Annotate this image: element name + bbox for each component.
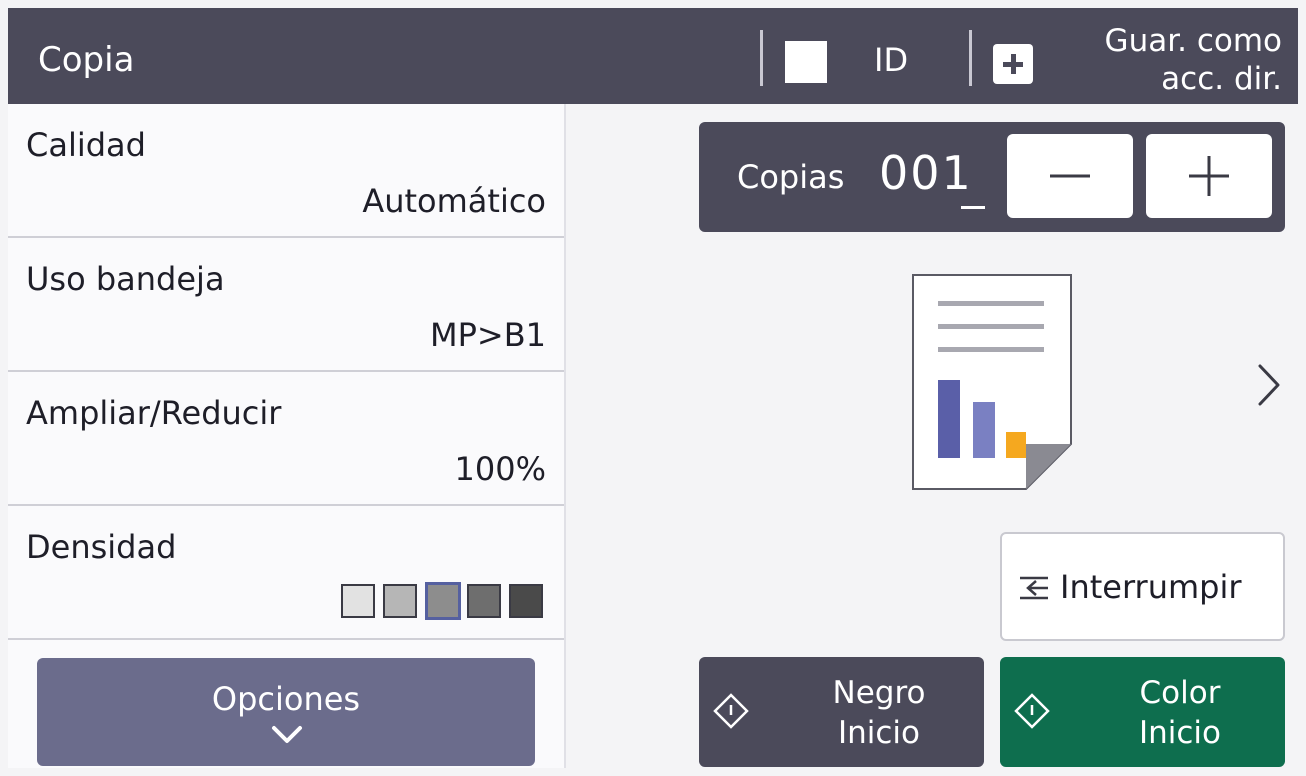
- density-level-box: [467, 584, 501, 618]
- header-divider: [969, 30, 972, 86]
- color-start-line1: Color: [1139, 675, 1221, 711]
- interrupt-button[interactable]: Interrumpir: [1000, 532, 1285, 641]
- save-as-shortcut-button[interactable]: Guar. como acc. dir.: [1048, 22, 1282, 98]
- density-level-box: [509, 584, 543, 618]
- cursor-underline: [961, 206, 985, 209]
- setting-value: MP>B1: [429, 316, 546, 354]
- setting-row-density[interactable]: Densidad: [8, 506, 564, 640]
- page-title: Copia: [38, 40, 135, 80]
- copies-count[interactable]: 001: [879, 146, 973, 200]
- black-start-label: Negro Inicio: [779, 673, 979, 753]
- increase-copies-button[interactable]: [1146, 134, 1272, 218]
- density-level-box: [383, 584, 417, 618]
- setting-value: 100%: [454, 450, 546, 488]
- setting-label: Densidad: [26, 528, 177, 566]
- shortcut-label-line1: Guar. como: [1104, 23, 1282, 59]
- setting-label: Uso bandeja: [26, 260, 225, 298]
- density-level-box: [341, 584, 375, 618]
- interrupt-label: Interrumpir: [1060, 568, 1242, 606]
- setting-row-quality[interactable]: Calidad Automático: [8, 104, 564, 238]
- document-preview-icon: [912, 274, 1072, 490]
- header-bar: Copia ID Guar. como acc. dir.: [8, 8, 1298, 104]
- add-shortcut-icon[interactable]: [993, 44, 1033, 84]
- density-level-box: [425, 582, 461, 620]
- decrease-copies-button[interactable]: [1007, 134, 1133, 218]
- start-diamond-icon: [1014, 693, 1050, 729]
- color-start-button[interactable]: Color Inicio: [1000, 657, 1285, 767]
- setting-row-tray-use[interactable]: Uso bandeja MP>B1: [8, 238, 564, 372]
- id-copy-label[interactable]: ID: [874, 8, 908, 104]
- setting-value: Automático: [362, 182, 546, 220]
- black-start-line2: Inicio: [837, 715, 921, 751]
- black-start-button[interactable]: Negro Inicio: [699, 657, 984, 767]
- setting-label: Ampliar/Reducir: [26, 394, 282, 432]
- color-start-label: Color Inicio: [1080, 673, 1280, 753]
- copies-label: Copias: [737, 158, 845, 196]
- plus-icon: [1189, 156, 1229, 196]
- setting-label: Calidad: [26, 126, 146, 164]
- color-start-line2: Inicio: [1138, 715, 1222, 751]
- id-copy-checkbox[interactable]: [785, 41, 827, 83]
- start-diamond-icon: [713, 693, 749, 729]
- options-label: Opciones: [211, 680, 361, 718]
- minus-icon: [1050, 174, 1090, 178]
- copies-panel: Copias 001: [699, 122, 1285, 232]
- interrupt-icon: [1020, 576, 1048, 600]
- chevron-right-icon[interactable]: [1256, 362, 1282, 408]
- shortcut-label-line2: acc. dir.: [1161, 61, 1282, 97]
- header-divider: [760, 30, 763, 86]
- options-button[interactable]: Opciones: [37, 658, 535, 766]
- setting-row-enlarge-reduce[interactable]: Ampliar/Reducir 100%: [8, 372, 564, 506]
- black-start-line1: Negro: [832, 675, 926, 711]
- chevron-down-icon: [272, 726, 302, 743]
